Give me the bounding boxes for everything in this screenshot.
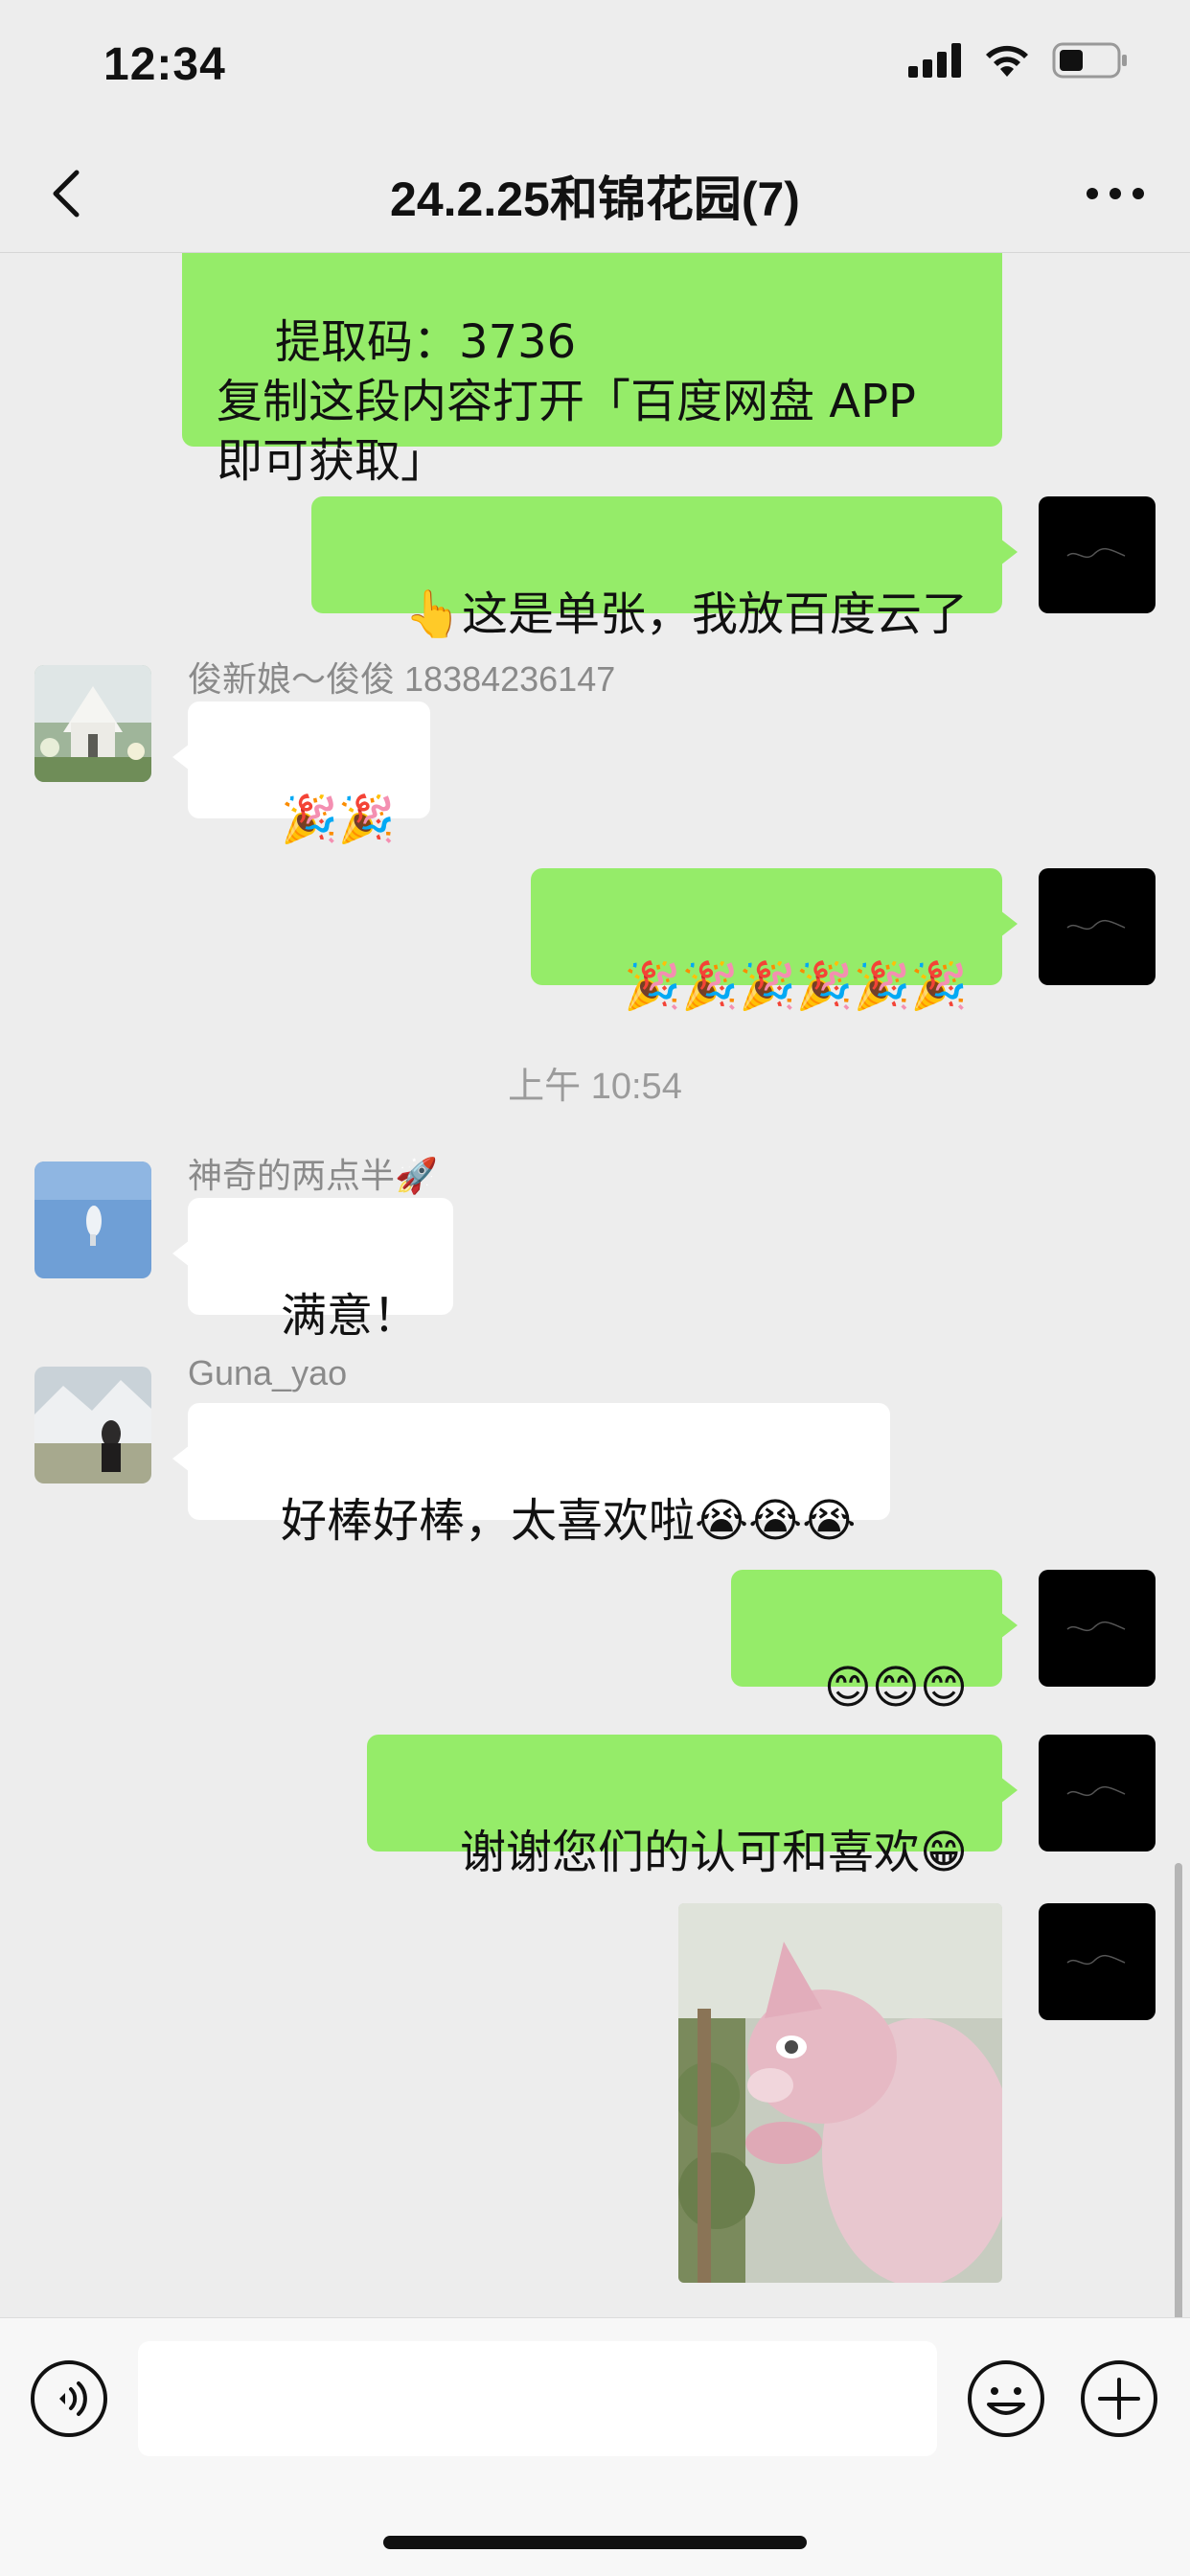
sender-name: 神奇的两点半🚀	[188, 1156, 438, 1195]
nav-bar: 24.2.25和锦花园(7)	[0, 134, 1190, 253]
battery-icon	[1052, 42, 1127, 79]
message-text: 好棒好棒，太喜欢啦😭😭😭	[281, 1494, 857, 1548]
wifi-icon	[986, 45, 1028, 77]
smiley-icon	[968, 2360, 1044, 2437]
plus-icon	[1081, 2360, 1157, 2437]
voice-button[interactable]	[29, 2358, 109, 2439]
home-indicator	[383, 2536, 807, 2549]
message-bubble-self[interactable]: 🎉🎉🎉🎉🎉🎉	[531, 868, 1018, 1013]
image-message[interactable]	[678, 1903, 1002, 2283]
message-bubble-other[interactable]: 满意！	[172, 1198, 454, 1343]
scrollbar[interactable]	[1175, 1863, 1182, 2317]
sender-name: Guna_yao	[188, 1353, 348, 1392]
message-text: 🎉🎉	[281, 793, 396, 846]
avatar-self[interactable]	[1039, 1570, 1156, 1687]
avatar-user-bride[interactable]	[34, 665, 151, 782]
emoji-button[interactable]	[966, 2358, 1046, 2439]
status-time: 12:34	[103, 39, 226, 90]
time-separator: 上午 10:54	[508, 1067, 682, 1107]
chat-title: 24.2.25和锦花园(7)	[390, 172, 800, 226]
signal-icon	[908, 43, 961, 78]
signature-logo	[1066, 1621, 1126, 1632]
more-button[interactable]	[1085, 172, 1146, 215]
message-input[interactable]	[138, 2341, 937, 2456]
avatar-self[interactable]	[1039, 496, 1156, 613]
avatar-self[interactable]	[1039, 868, 1156, 985]
avatar-user-guna[interactable]	[34, 1367, 151, 1484]
chat-area[interactable]: 提取码：3736 复制这段内容打开「百度网盘 APP 即可获取」 👆这是单张，我…	[0, 253, 1190, 2317]
more-dots-icon	[1087, 188, 1144, 199]
signature-logo	[1066, 547, 1126, 559]
message-bubble-self[interactable]: 提取码：3736 复制这段内容打开「百度网盘 APP 即可获取」	[182, 253, 1002, 488]
message-text: 满意！	[281, 1289, 420, 1343]
message-bubble-other[interactable]: 🎉🎉	[172, 702, 430, 846]
message-bubble-other[interactable]: 好棒好棒，太喜欢啦😭😭😭	[172, 1403, 891, 1548]
message-text: 👆这是单张，我放百度云了	[404, 587, 968, 641]
message-bubble-self[interactable]: 谢谢您们的认可和喜欢😁	[366, 1735, 1018, 1879]
message-bubble-self[interactable]: 👆这是单张，我放百度云了	[311, 496, 1018, 641]
message-text: 提取码：3736 复制这段内容打开「百度网盘 APP 即可获取」	[217, 315, 916, 488]
avatar-self[interactable]	[1039, 1735, 1156, 1852]
signature-logo	[1066, 1954, 1126, 1966]
status-bar: 12:34	[0, 0, 1190, 134]
message-text: 😊😊😊	[823, 1661, 968, 1714]
avatar-self[interactable]	[1039, 1903, 1156, 2020]
sender-name: 俊新娘～俊俊 18384236147	[188, 659, 616, 699]
avatar-user-2[interactable]	[34, 1162, 151, 1278]
status-icons	[908, 42, 1129, 79]
message-text: 谢谢您们的认可和喜欢😁	[459, 1826, 968, 1879]
message-bubble-self[interactable]: 😊😊😊	[730, 1570, 1018, 1714]
more-actions-button[interactable]	[1079, 2358, 1159, 2439]
signature-logo	[1066, 1785, 1126, 1797]
plush-toy-photo	[678, 1903, 1002, 2283]
voice-icon	[31, 2360, 107, 2437]
message-text: 🎉🎉🎉🎉🎉🎉	[624, 959, 968, 1013]
signature-logo	[1066, 919, 1126, 931]
